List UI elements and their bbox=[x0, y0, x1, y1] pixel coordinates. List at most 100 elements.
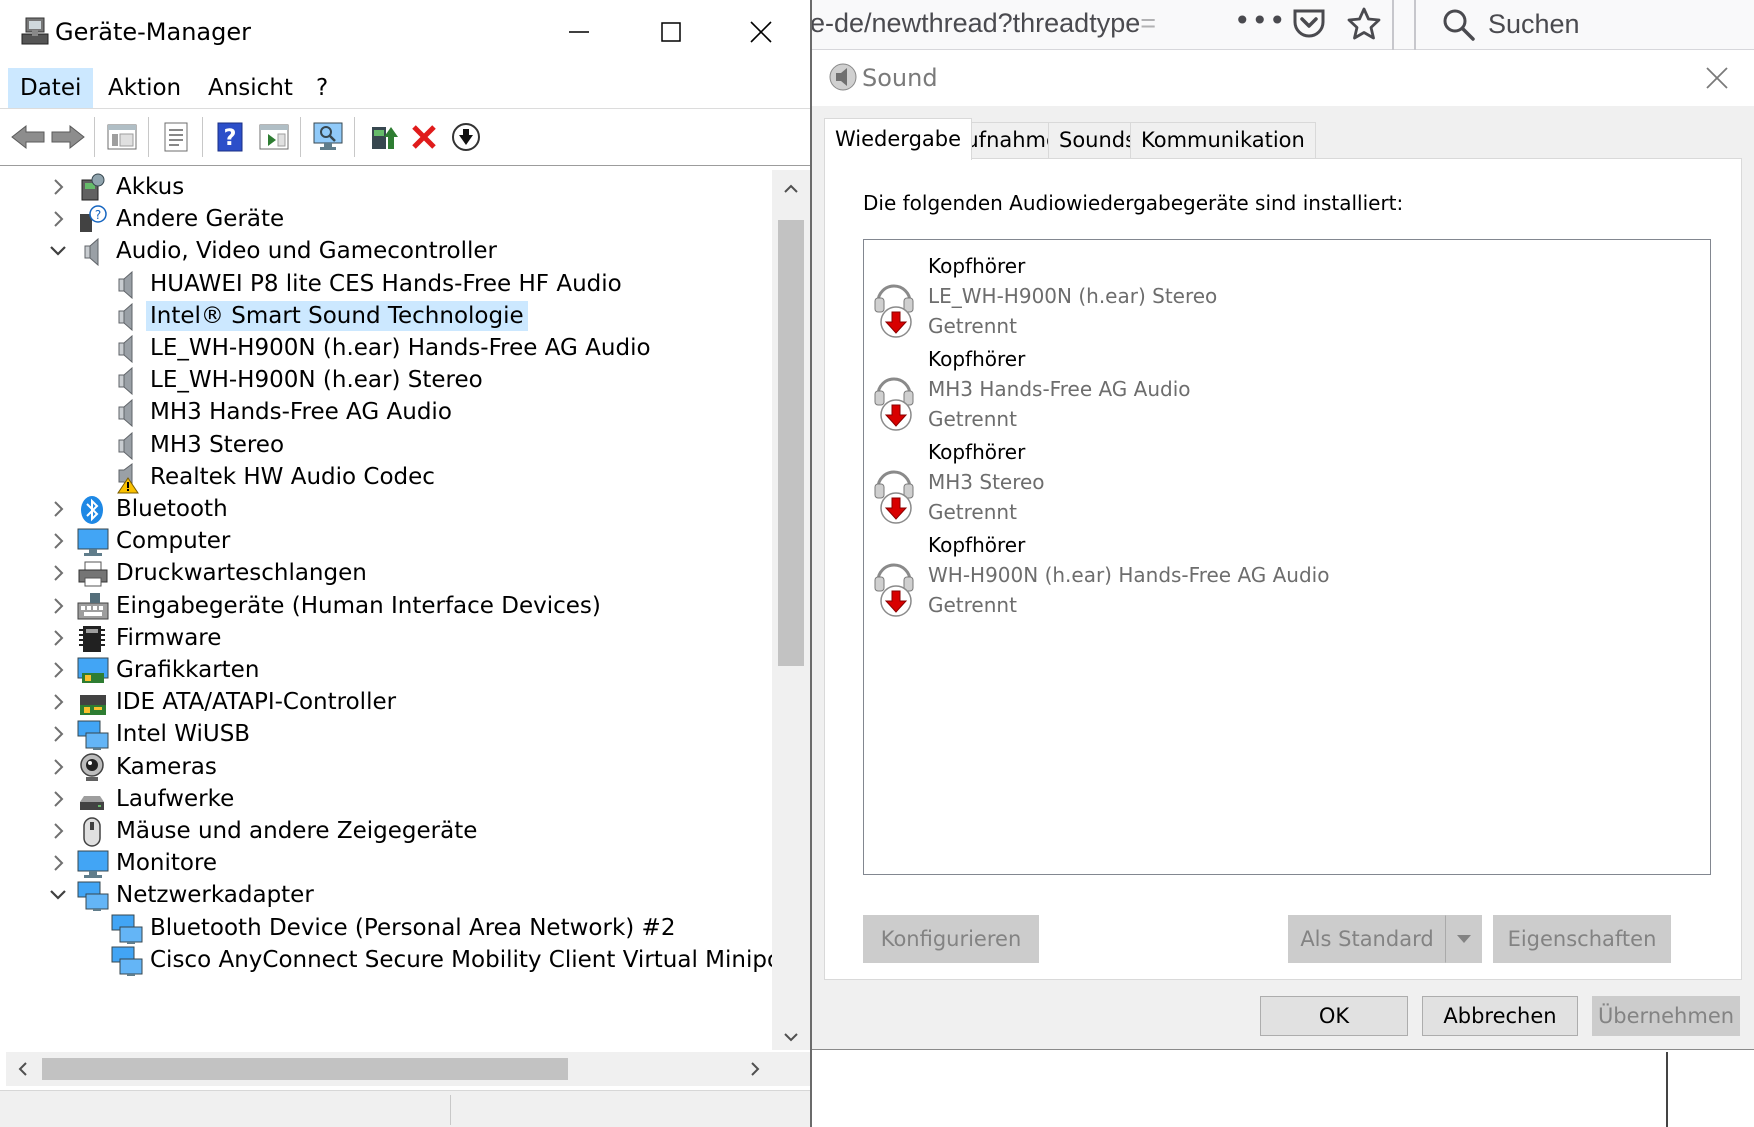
tree-device[interactable]: Intel® Smart Sound Technologie bbox=[6, 299, 772, 334]
browser-url-bar[interactable]: e-de/newthread?threadtype= bbox=[810, 8, 1156, 39]
tree-device[interactable]: MH3 Stereo bbox=[6, 428, 772, 463]
chevron-right-icon[interactable] bbox=[46, 207, 70, 231]
device-status: Getrennt bbox=[928, 314, 1017, 338]
tree-category[interactable]: Audio, Video und Gamecontroller bbox=[6, 234, 772, 269]
scan-hardware-icon[interactable] bbox=[308, 117, 348, 157]
configure-button[interactable]: Konfigurieren bbox=[863, 915, 1039, 963]
tree-category[interactable]: Eingabegeräte (Human Interface Devices) bbox=[6, 589, 772, 624]
close-button[interactable] bbox=[716, 6, 806, 58]
chevron-right-icon[interactable] bbox=[46, 497, 70, 521]
uninstall-device-icon[interactable] bbox=[404, 117, 444, 157]
tree-device[interactable]: MH3 Hands-Free AG Audio bbox=[6, 395, 772, 430]
menu-ansicht[interactable]: Ansicht bbox=[196, 68, 305, 108]
chevron-right-icon[interactable] bbox=[46, 529, 70, 553]
minimize-button[interactable] bbox=[534, 6, 624, 58]
properties-icon[interactable] bbox=[156, 117, 196, 157]
action-pane-icon[interactable] bbox=[254, 117, 294, 157]
speaker-icon bbox=[110, 301, 142, 333]
scroll-up-icon[interactable] bbox=[780, 178, 802, 200]
toolbar-separator bbox=[94, 117, 95, 157]
speaker-icon bbox=[76, 236, 108, 268]
properties-button[interactable]: Eigenschaften bbox=[1493, 915, 1671, 963]
set-default-dropdown-button[interactable] bbox=[1446, 915, 1482, 963]
tree-device[interactable]: LE_WH-H900N (h.ear) Stereo bbox=[6, 363, 772, 398]
tree-device[interactable]: Cisco AnyConnect Secure Mobility Client … bbox=[6, 943, 772, 978]
chevron-right-icon[interactable] bbox=[46, 594, 70, 618]
playback-device-item[interactable]: Kopfhörer MH3 Stereo Getrennt bbox=[872, 434, 1692, 534]
tree-category[interactable]: ? Andere Geräte bbox=[6, 202, 772, 237]
scroll-left-icon[interactable] bbox=[12, 1058, 34, 1080]
toolbar-separator bbox=[300, 117, 301, 157]
tree-category[interactable]: Laufwerke bbox=[6, 782, 772, 817]
horizontal-scrollbar[interactable] bbox=[6, 1052, 772, 1086]
apply-button[interactable]: Übernehmen bbox=[1592, 996, 1740, 1036]
chevron-down-icon[interactable] bbox=[46, 239, 70, 263]
scroll-right-icon[interactable] bbox=[744, 1058, 766, 1080]
mouse-icon bbox=[76, 816, 108, 848]
playback-device-item[interactable]: Kopfhörer LE_WH-H900N (h.ear) Stereo Getre… bbox=[872, 248, 1692, 348]
tree-category[interactable]: Mäuse und andere Zeigegeräte bbox=[6, 814, 772, 849]
network-icon bbox=[110, 945, 143, 977]
tree-label: Audio, Video und Gamecontroller bbox=[116, 238, 498, 265]
menu-aktion[interactable]: Aktion bbox=[96, 68, 193, 108]
ok-button[interactable]: OK bbox=[1260, 996, 1408, 1036]
tab-wiedergabe[interactable]: Wiedergabe bbox=[824, 118, 973, 160]
window-title: Sound bbox=[862, 64, 938, 92]
tree-category[interactable]: Intel WiUSB bbox=[6, 717, 772, 752]
tree-device[interactable]: Realtek HW Audio Codec bbox=[6, 460, 772, 495]
chevron-right-icon[interactable] bbox=[46, 658, 70, 682]
chevron-right-icon[interactable] bbox=[46, 175, 70, 199]
tree-category[interactable]: Netzwerkadapter bbox=[6, 878, 772, 913]
tree-device[interactable]: Bluetooth Device (Personal Area Network)… bbox=[6, 911, 772, 946]
chevron-right-icon[interactable] bbox=[46, 626, 70, 650]
tree-category[interactable]: Druckwarteschlangen bbox=[6, 556, 772, 591]
maximize-button[interactable] bbox=[626, 6, 716, 58]
chevron-right-icon[interactable] bbox=[46, 690, 70, 714]
chevron-right-icon[interactable] bbox=[46, 819, 70, 843]
scrollbar-corner bbox=[772, 1052, 810, 1086]
page-actions-more-icon[interactable]: ••• bbox=[1234, 4, 1287, 37]
close-button[interactable] bbox=[1692, 56, 1742, 100]
chevron-down-icon bbox=[1457, 935, 1471, 943]
chevron-right-icon[interactable] bbox=[46, 755, 70, 779]
tab-kommunikation[interactable]: Kommunikation bbox=[1130, 122, 1316, 158]
forward-arrow-icon[interactable] bbox=[48, 117, 88, 157]
chevron-right-icon[interactable] bbox=[46, 851, 70, 875]
playback-device-item[interactable]: Kopfhörer WH-H900N (h.ear) Hands-Free AG … bbox=[872, 527, 1692, 627]
device-manager-window: Geräte-Manager Datei Aktion Ansicht ? ? … bbox=[0, 0, 812, 1127]
show-hide-tree-icon[interactable] bbox=[102, 117, 142, 157]
set-default-button[interactable]: Als Standard bbox=[1288, 915, 1446, 963]
tree-category[interactable]: Monitore bbox=[6, 846, 772, 881]
chevron-down-icon[interactable] bbox=[46, 883, 70, 907]
chevron-right-icon[interactable] bbox=[46, 722, 70, 746]
pocket-icon[interactable] bbox=[1292, 8, 1326, 40]
enable-device-icon[interactable] bbox=[446, 117, 486, 157]
tree-category[interactable]: IDE ATA/ATAPI-Controller bbox=[6, 685, 772, 720]
cancel-button[interactable]: Abbrechen bbox=[1422, 996, 1578, 1036]
tree-category[interactable]: Bluetooth bbox=[6, 492, 772, 527]
scroll-thumb[interactable] bbox=[42, 1058, 568, 1080]
browser-search-box[interactable]: Suchen bbox=[1432, 0, 1754, 50]
tree-device[interactable]: LE_WH-H900N (h.ear) Hands-Free AG Audio bbox=[6, 331, 772, 366]
tree-category[interactable]: Firmware bbox=[6, 621, 772, 656]
tree-device[interactable]: HUAWEI P8 lite CES Hands-Free HF Audio bbox=[6, 267, 772, 302]
chevron-right-icon[interactable] bbox=[46, 787, 70, 811]
scroll-down-icon[interactable] bbox=[780, 1026, 802, 1048]
back-arrow-icon[interactable] bbox=[8, 117, 48, 157]
playback-device-item[interactable]: Kopfhörer MH3 Hands-Free AG Audio Getrennt bbox=[872, 341, 1692, 441]
bookmark-star-icon[interactable] bbox=[1346, 6, 1382, 42]
tree-category[interactable]: Grafikkarten bbox=[6, 653, 772, 688]
scroll-thumb[interactable] bbox=[778, 220, 804, 666]
update-driver-icon[interactable] bbox=[364, 117, 404, 157]
tree-category[interactable]: Akkus bbox=[6, 170, 772, 205]
menu-datei[interactable]: Datei bbox=[8, 68, 94, 108]
tree-category[interactable]: Kameras bbox=[6, 750, 772, 785]
device-description: LE_WH-H900N (h.ear) Stereo bbox=[928, 284, 1218, 308]
menu-help[interactable]: ? bbox=[304, 68, 340, 108]
vertical-scrollbar[interactable] bbox=[772, 170, 810, 1050]
chevron-right-icon[interactable] bbox=[46, 561, 70, 585]
tree-category[interactable]: Computer bbox=[6, 524, 772, 559]
help-icon[interactable]: ? bbox=[210, 117, 250, 157]
panel-intro-text: Die folgenden Audiowiedergabegeräte sind… bbox=[863, 191, 1404, 215]
headphones-disconnected-icon bbox=[872, 361, 920, 433]
